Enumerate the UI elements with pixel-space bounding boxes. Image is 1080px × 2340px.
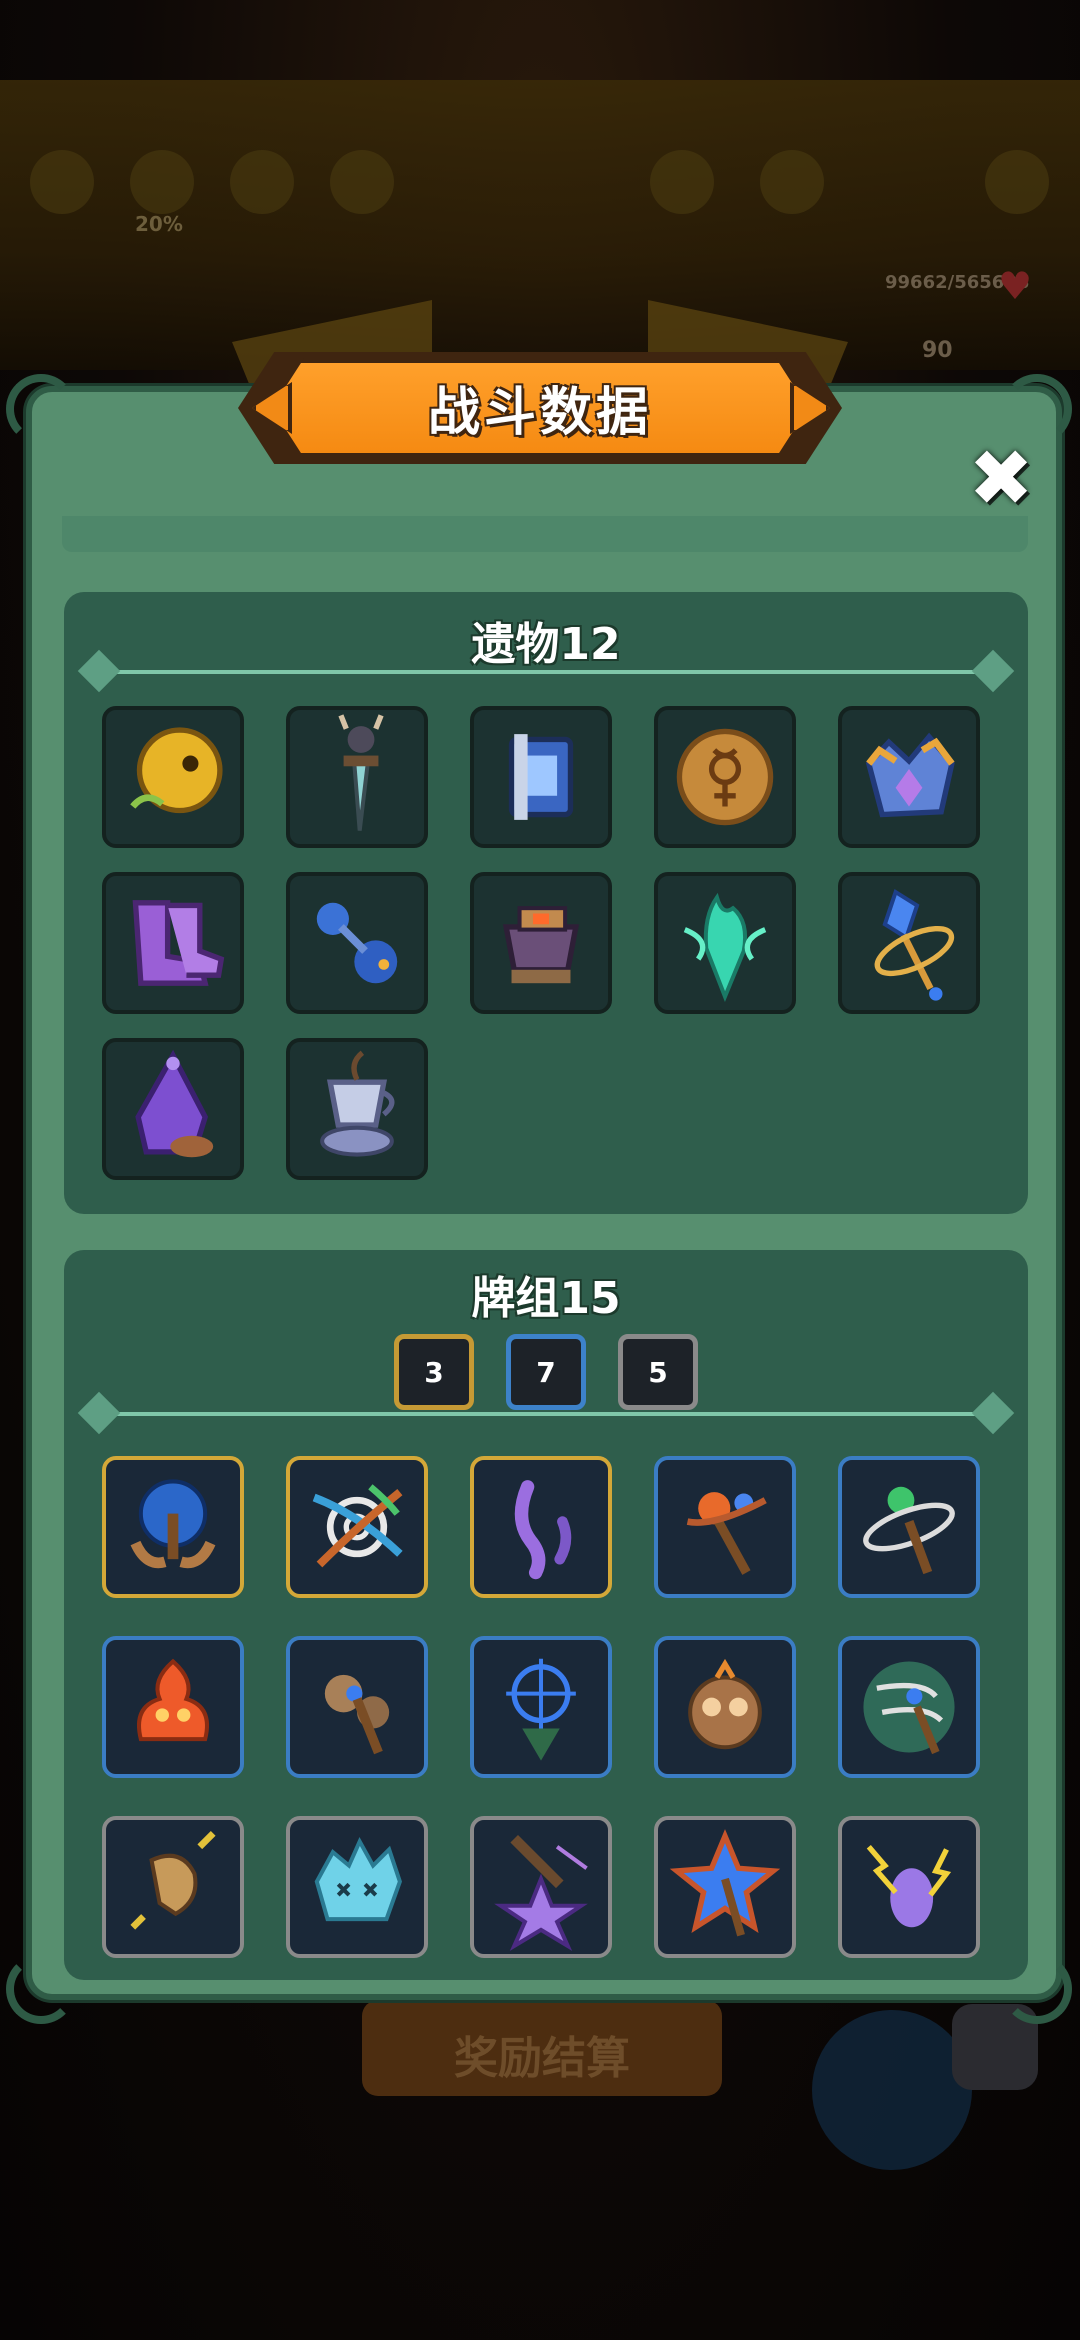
horned-dagger-relic-icon[interactable] xyxy=(286,706,428,848)
background-buff-icon xyxy=(30,150,94,214)
relics-grid xyxy=(102,706,980,1180)
orbit-staff-card-icon[interactable] xyxy=(838,1456,980,1598)
blue-dumbbell-relic-icon[interactable] xyxy=(286,872,428,1014)
background-portrait xyxy=(812,2010,972,2170)
fist-card-icon[interactable] xyxy=(102,1816,244,1958)
close-button[interactable]: ✖ xyxy=(962,440,1040,518)
dust-owl-card-icon[interactable] xyxy=(654,1636,796,1778)
whirlwind-staff-card-icon[interactable] xyxy=(838,1636,980,1778)
ice-skull-card-icon[interactable] xyxy=(286,1816,428,1958)
deck-section: 牌组15 3 7 5 xyxy=(64,1250,1028,1980)
vortex-slash-card-icon[interactable] xyxy=(286,1456,428,1598)
green-flame-relic-icon[interactable] xyxy=(654,872,796,1014)
gold-orb-relic-icon[interactable] xyxy=(102,706,244,848)
background-buff-icon xyxy=(130,150,194,214)
dust-torch-card-icon[interactable] xyxy=(286,1636,428,1778)
relics-divider xyxy=(94,670,998,674)
background-buff-icon xyxy=(330,150,394,214)
relics-section: 遗物12 xyxy=(64,592,1028,1214)
gold-card-count[interactable]: 3 xyxy=(394,1334,474,1410)
mercury-coin-relic-icon[interactable] xyxy=(654,706,796,848)
star-strike-card-icon[interactable] xyxy=(470,1816,612,1958)
card-rarity-counts: 3 7 5 xyxy=(64,1334,1028,1410)
anvil-relic-icon[interactable] xyxy=(470,872,612,1014)
gray-card-count[interactable]: 5 xyxy=(618,1334,698,1410)
background-buff-icon xyxy=(230,150,294,214)
blue-card-count[interactable]: 7 xyxy=(506,1334,586,1410)
heart-icon: ♥ xyxy=(998,264,1033,308)
blue-spellbook-relic-icon[interactable] xyxy=(470,706,612,848)
background-buff-icon xyxy=(985,150,1049,214)
background-buff-icon xyxy=(760,150,824,214)
purple-shell-relic-icon[interactable] xyxy=(102,1038,244,1180)
deck-cards-grid xyxy=(102,1456,980,1958)
crowned-crystal-relic-icon[interactable] xyxy=(838,706,980,848)
teacup-relic-icon[interactable] xyxy=(286,1038,428,1180)
crystal-orbit-relic-icon[interactable] xyxy=(838,872,980,1014)
fire-staff-card-icon[interactable] xyxy=(654,1456,796,1598)
fire-spirit-card-icon[interactable] xyxy=(102,1636,244,1778)
target-staff-card-icon[interactable] xyxy=(470,1636,612,1778)
claim-reward-label: 奖励结算 xyxy=(454,2033,630,2084)
panel-corner-ornament xyxy=(6,374,76,444)
background-gold-text: 90 xyxy=(922,338,953,363)
star-staff-card-icon[interactable] xyxy=(654,1816,796,1958)
purple-boots-relic-icon[interactable] xyxy=(102,872,244,1014)
purple-wisp-card-icon[interactable] xyxy=(470,1456,612,1598)
relics-title: 遗物12 xyxy=(471,619,621,670)
orb-hands-card-icon[interactable] xyxy=(102,1456,244,1598)
lightning-wisp-card-icon[interactable] xyxy=(838,1816,980,1958)
dialog-title: 战斗数据 xyxy=(427,383,652,443)
deck-divider xyxy=(94,1412,998,1416)
game-screen: 20% 99662/565688 ♥ 90 奖励结算 战斗数据 ✖ 遗物12 牌… xyxy=(0,0,1080,2340)
background-buff-icon xyxy=(650,150,714,214)
background-damage-percent: 20% xyxy=(135,212,183,236)
panel-top-strip xyxy=(62,516,1028,552)
deck-title: 牌组15 xyxy=(471,1273,621,1324)
